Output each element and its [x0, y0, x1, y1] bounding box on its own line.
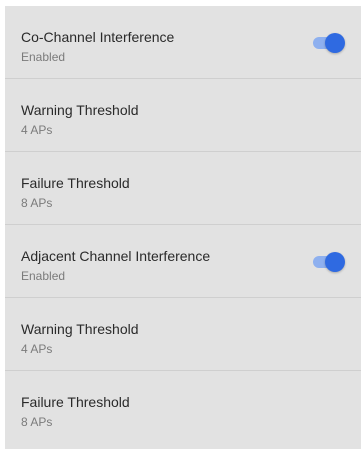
settings-panel: Co-Channel Interference Enabled Warning … [5, 6, 361, 449]
warning-threshold-title: Warning Threshold [21, 102, 139, 118]
toggle-knob [325, 252, 345, 272]
co-channel-warning-threshold-row[interactable]: Warning Threshold 4 APs [5, 79, 361, 152]
co-channel-failure-threshold-row[interactable]: Failure Threshold 8 APs [5, 152, 361, 225]
failure-threshold-value: 8 APs [21, 415, 53, 429]
failure-threshold-title: Failure Threshold [21, 394, 130, 410]
adjacent-channel-failure-threshold-row[interactable]: Failure Threshold 8 APs [5, 371, 361, 444]
adjacent-channel-warning-threshold-row[interactable]: Warning Threshold 4 APs [5, 298, 361, 371]
warning-threshold-value: 4 APs [21, 342, 53, 356]
adjacent-channel-interference-toggle[interactable] [313, 252, 345, 272]
co-channel-interference-status: Enabled [21, 50, 66, 64]
warning-threshold-value: 4 APs [21, 123, 53, 137]
toggle-knob [325, 33, 345, 53]
adjacent-channel-interference-title: Adjacent Channel Interference [21, 248, 211, 264]
adjacent-channel-interference-status: Enabled [21, 269, 66, 283]
warning-threshold-title: Warning Threshold [21, 321, 139, 337]
co-channel-interference-toggle[interactable] [313, 33, 345, 53]
adjacent-channel-interference-row[interactable]: Adjacent Channel Interference Enabled [5, 225, 361, 298]
failure-threshold-value: 8 APs [21, 196, 53, 210]
failure-threshold-title: Failure Threshold [21, 175, 130, 191]
co-channel-interference-row[interactable]: Co-Channel Interference Enabled [5, 6, 361, 79]
co-channel-interference-title: Co-Channel Interference [21, 29, 175, 45]
